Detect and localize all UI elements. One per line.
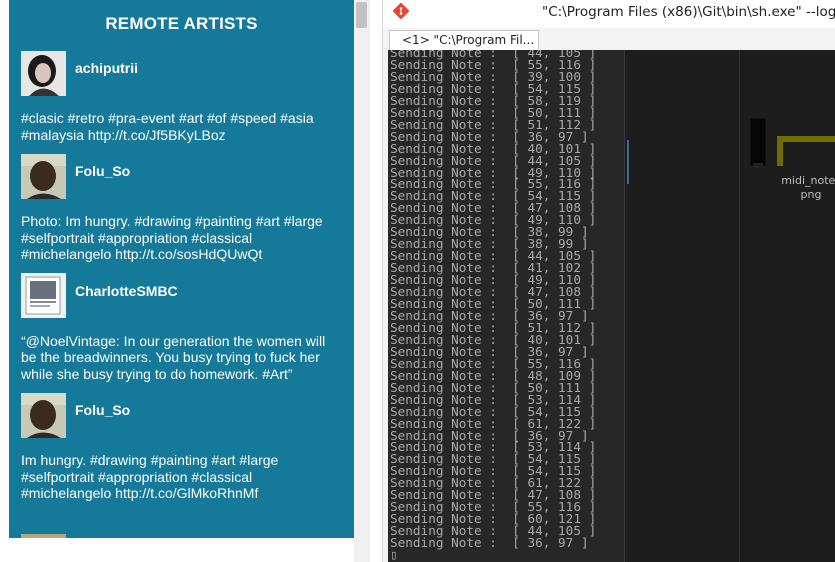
terminal-line: Sending Note : [ 36, 97 ] bbox=[390, 535, 589, 551]
tab-bar: <1> "C:\Program Fil... bbox=[383, 28, 835, 50]
terminal-window: "C:\Program Files (x86)\Git\bin\sh.exe" … bbox=[382, 0, 835, 562]
page-footer-space bbox=[0, 538, 354, 562]
tweet-text: Photo: Im hungry. #drawing #painting #ar… bbox=[21, 213, 323, 262]
username[interactable]: Folu_So bbox=[75, 163, 130, 179]
tab-shell[interactable]: <1> "C:\Program Fil... bbox=[389, 30, 539, 50]
panel-title: REMOTE ARTISTS bbox=[105, 14, 258, 33]
terminal-cursor: ▯ bbox=[390, 547, 398, 562]
terminal-lines: Sending Note : [ 44, 105 ] Sending Note :… bbox=[390, 50, 596, 561]
username[interactable]: achiputrii bbox=[75, 60, 138, 76]
tweet-item: achiputrii #clasic #retro #pra-event #ar… bbox=[9, 50, 354, 143]
avatar[interactable] bbox=[21, 273, 66, 318]
vertical-scrollbar[interactable] bbox=[354, 0, 370, 562]
git-icon bbox=[393, 3, 409, 19]
avatar[interactable] bbox=[21, 153, 66, 199]
tweet-text: #clasic #retro #pra-event #art #of #spee… bbox=[21, 110, 314, 143]
divider bbox=[739, 50, 740, 562]
remote-artists-panel: REMOTE ARTISTS achiputrii #clasic #retro… bbox=[9, 0, 354, 538]
terminal-output[interactable]: midi_note_ png Sending Note : [ 44, 105 … bbox=[388, 50, 835, 562]
title-bar[interactable]: "C:\Program Files (x86)\Git\bin\sh.exe" … bbox=[383, 0, 835, 28]
desktop-background: midi_note_ png bbox=[624, 50, 835, 562]
avatar[interactable] bbox=[21, 392, 66, 438]
tweet-item: Folu_So Photo: Im hungry. #drawing #pain… bbox=[9, 153, 354, 263]
tweet-text: Im hungry. #drawing #painting #art #larg… bbox=[21, 452, 279, 501]
file-label: midi_note_ png bbox=[781, 174, 835, 201]
tweet-text: “@NoelVintage: In our generation the wom… bbox=[21, 332, 326, 382]
avatar[interactable] bbox=[21, 50, 66, 96]
image-thumbnail-icon bbox=[777, 136, 835, 166]
divider bbox=[627, 140, 629, 184]
username[interactable]: Folu_So bbox=[75, 402, 130, 418]
scrollbar-thumb[interactable] bbox=[356, 2, 367, 28]
window-title: "C:\Program Files (x86)\Git\bin\sh.exe" … bbox=[542, 4, 835, 20]
browser-pane: REMOTE ARTISTS achiputrii #clasic #retro… bbox=[0, 0, 382, 562]
tweet-item: Folu_So Im hungry. #drawing #painting #a… bbox=[9, 392, 354, 502]
file-icon bbox=[750, 118, 766, 168]
tweet-item: CharlotteSMBC “@NoelVintage: In our gene… bbox=[9, 273, 354, 383]
username[interactable]: CharlotteSMBC bbox=[75, 283, 178, 299]
divider bbox=[624, 50, 625, 562]
